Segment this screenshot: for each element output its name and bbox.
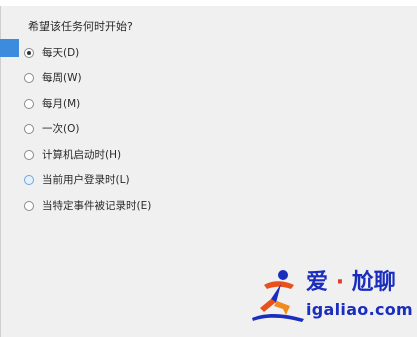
option-daily[interactable]: 每天(D) (24, 45, 79, 61)
wizard-step-marker (0, 39, 19, 57)
radio-daily[interactable] (24, 48, 34, 58)
watermark-name-left: 爱 (306, 270, 329, 295)
option-at-startup-label: 计算机启动时(H) (42, 149, 122, 161)
radio-once[interactable] (24, 124, 34, 134)
watermark-separator: · (335, 270, 345, 295)
watermark-name: 爱 · 尬聊 (306, 270, 396, 296)
radio-at-startup[interactable] (24, 150, 34, 160)
option-monthly-label: 每月(M) (42, 98, 81, 110)
option-monthly[interactable]: 每月(M) (24, 96, 80, 112)
radio-weekly[interactable] (24, 73, 34, 83)
option-once-label: 一次(O) (42, 123, 80, 135)
radio-at-logon[interactable] (24, 175, 34, 185)
watermark: 爱 · 尬聊 igaliao.com (250, 268, 414, 330)
watermark-domain: igaliao.com (306, 300, 414, 319)
option-at-logon-label: 当前用户登录时(L) (42, 174, 130, 186)
option-weekly[interactable]: 每周(W) (24, 70, 82, 86)
option-weekly-label: 每周(W) (42, 72, 82, 84)
running-figure-logo-icon (252, 270, 304, 322)
watermark-name-right: 尬聊 (351, 270, 396, 295)
radio-monthly[interactable] (24, 99, 34, 109)
option-at-logon[interactable]: 当前用户登录时(L) (24, 172, 130, 188)
option-on-event[interactable]: 当特定事件被记录时(E) (24, 198, 151, 214)
option-daily-label: 每天(D) (42, 47, 80, 59)
option-on-event-label: 当特定事件被记录时(E) (42, 200, 152, 212)
option-at-startup[interactable]: 计算机启动时(H) (24, 147, 121, 163)
option-once[interactable]: 一次(O) (24, 121, 79, 137)
radio-on-event[interactable] (24, 201, 34, 211)
trigger-question: 希望该任务何时开始? (28, 20, 133, 33)
